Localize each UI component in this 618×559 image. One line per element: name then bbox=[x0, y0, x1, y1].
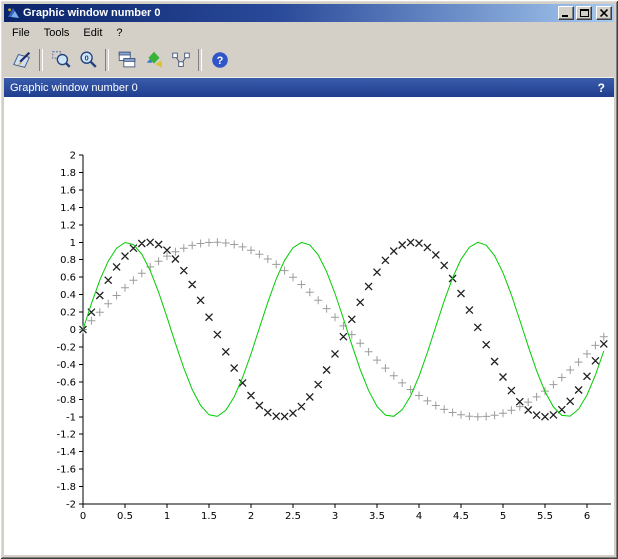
svg-text:6: 6 bbox=[584, 511, 590, 522]
maximize-button[interactable] bbox=[576, 6, 592, 20]
zoom-area-button[interactable] bbox=[47, 47, 74, 74]
menu-tools[interactable]: Tools bbox=[37, 24, 77, 42]
rotate-3d-icon bbox=[143, 49, 165, 71]
close-icon bbox=[600, 9, 608, 17]
svg-text:1: 1 bbox=[70, 238, 76, 249]
zoom-area-icon bbox=[50, 49, 72, 71]
svg-text:1.5: 1.5 bbox=[201, 511, 217, 522]
svg-text:1.8: 1.8 bbox=[60, 168, 76, 179]
unzoom-button[interactable]: 0 bbox=[74, 47, 101, 74]
toolbar-separator bbox=[105, 49, 109, 71]
svg-text:1.2: 1.2 bbox=[60, 220, 76, 231]
dock-title-bar: Graphic window number 0 ? bbox=[4, 77, 614, 97]
svg-text:4.5: 4.5 bbox=[453, 511, 469, 522]
menu-help[interactable]: ? bbox=[109, 24, 129, 42]
toolbar-separator bbox=[198, 49, 202, 71]
unzoom-icon: 0 bbox=[77, 49, 99, 71]
window-controls bbox=[558, 6, 612, 20]
svg-text:-1: -1 bbox=[66, 412, 76, 423]
ged-button[interactable] bbox=[167, 47, 194, 74]
scilab-logo-icon bbox=[6, 6, 20, 20]
menu-bar: File Tools Edit ? bbox=[4, 22, 614, 43]
close-button[interactable] bbox=[596, 6, 612, 20]
toolbar-separator bbox=[39, 49, 43, 71]
dock-help-button[interactable]: ? bbox=[595, 81, 608, 95]
svg-text:2: 2 bbox=[248, 511, 254, 522]
svg-text:3: 3 bbox=[332, 511, 338, 522]
svg-text:1.6: 1.6 bbox=[60, 185, 76, 196]
svg-text:-1.6: -1.6 bbox=[56, 465, 76, 476]
svg-text:0: 0 bbox=[84, 53, 88, 62]
rotate-3d-button[interactable] bbox=[140, 47, 167, 74]
svg-text:0: 0 bbox=[70, 325, 76, 336]
minimize-button[interactable] bbox=[558, 6, 574, 20]
figure-export-icon bbox=[11, 49, 33, 71]
svg-text:0.6: 0.6 bbox=[60, 273, 76, 284]
svg-text:-1.8: -1.8 bbox=[56, 482, 76, 493]
dock-title: Graphic window number 0 bbox=[10, 82, 138, 94]
svg-text:-0.8: -0.8 bbox=[56, 395, 76, 406]
svg-text:-2: -2 bbox=[66, 500, 76, 511]
help-button[interactable]: ? bbox=[206, 47, 233, 74]
figure-export-button[interactable] bbox=[8, 47, 35, 74]
minimize-icon bbox=[562, 9, 570, 17]
svg-text:5.5: 5.5 bbox=[537, 511, 553, 522]
svg-text:-1.2: -1.2 bbox=[56, 430, 76, 441]
graphic-window: Graphic window number 0 File Tools Edit … bbox=[0, 0, 618, 559]
chart: 0 0.5 1 1.5 2 2.5 3 3.5 4 4.5 5 5.5 6 -2 -1.8 -1.6 -1.4 -… bbox=[4, 97, 614, 555]
svg-text:-0.2: -0.2 bbox=[56, 342, 76, 353]
svg-text:5: 5 bbox=[500, 511, 506, 522]
window-title: Graphic window number 0 bbox=[23, 7, 555, 19]
help-icon: ? bbox=[209, 49, 231, 71]
svg-text:-0.4: -0.4 bbox=[56, 360, 76, 371]
svg-text:2: 2 bbox=[70, 151, 76, 162]
svg-text:0: 0 bbox=[80, 511, 86, 522]
menu-edit[interactable]: Edit bbox=[76, 24, 109, 42]
svg-text:?: ? bbox=[216, 55, 223, 67]
svg-text:2.5: 2.5 bbox=[285, 511, 301, 522]
svg-text:1.4: 1.4 bbox=[60, 203, 76, 214]
svg-text:3.5: 3.5 bbox=[369, 511, 385, 522]
ged-icon bbox=[170, 49, 192, 71]
svg-text:0.2: 0.2 bbox=[60, 308, 76, 319]
toolbar: 0 bbox=[4, 43, 614, 77]
svg-text:0.5: 0.5 bbox=[117, 511, 133, 522]
svg-text:0.4: 0.4 bbox=[60, 290, 76, 301]
menu-file[interactable]: File bbox=[5, 24, 37, 42]
svg-text:-1.4: -1.4 bbox=[56, 447, 76, 458]
windows-button[interactable] bbox=[113, 47, 140, 74]
maximize-icon bbox=[580, 9, 589, 17]
title-bar[interactable]: Graphic window number 0 bbox=[4, 4, 614, 22]
svg-text:-0.6: -0.6 bbox=[56, 377, 76, 388]
windows-icon bbox=[116, 49, 138, 71]
svg-text:1: 1 bbox=[164, 511, 170, 522]
plot-canvas[interactable]: 0 0.5 1 1.5 2 2.5 3 3.5 4 4.5 5 5.5 6 -2 -1.8 -1.6 -1.4 -… bbox=[4, 97, 614, 555]
svg-text:0.8: 0.8 bbox=[60, 255, 76, 266]
svg-text:4: 4 bbox=[416, 511, 422, 522]
